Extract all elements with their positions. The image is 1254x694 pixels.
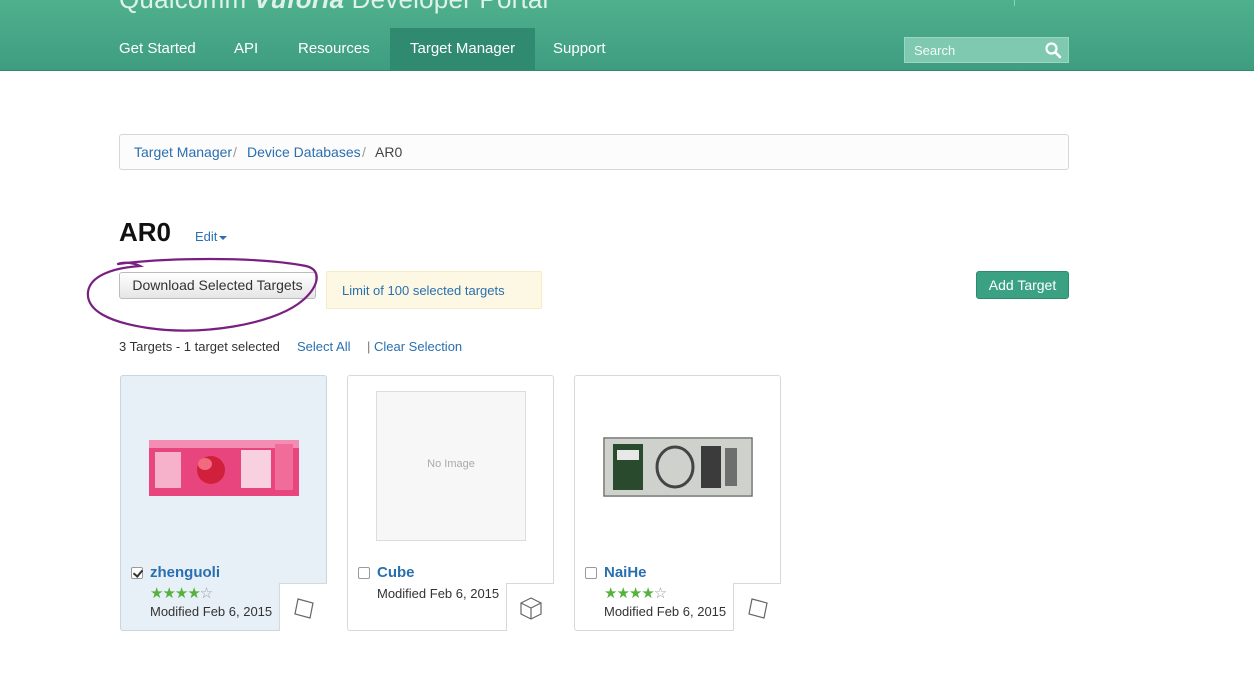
- target-type-badge: [506, 583, 554, 631]
- target-checkbox[interactable]: [131, 567, 143, 579]
- target-thumbnail[interactable]: [603, 392, 753, 542]
- rating-stars: ★★★★☆: [604, 585, 667, 602]
- search-input[interactable]: Search: [904, 37, 1069, 63]
- breadcrumb-current: AR0: [375, 144, 403, 160]
- nav-resources[interactable]: Resources: [298, 28, 370, 70]
- nav-api[interactable]: API: [234, 28, 258, 70]
- target-count: 3 Targets - 1 target selected: [119, 339, 280, 354]
- breadcrumb-device-databases[interactable]: Device Databases: [247, 144, 361, 160]
- target-card-zhenguoli[interactable]: zhenguoli ★★★★☆ Modified Feb 6, 2015: [120, 375, 327, 631]
- header-divider: [1014, 0, 1015, 6]
- image-target-icon: [294, 598, 314, 619]
- no-image-placeholder[interactable]: No Image: [376, 391, 526, 541]
- brand-company: Qualcomm: [119, 0, 246, 14]
- limit-notice-text: Limit of 100 selected targets: [342, 283, 505, 298]
- target-name-link[interactable]: NaiHe: [604, 564, 647, 581]
- modified-date: Modified Feb 6, 2015: [377, 586, 500, 601]
- clear-selection-link[interactable]: Clear Selection: [374, 339, 462, 354]
- target-thumbnail[interactable]: [149, 392, 299, 542]
- top-header: Qualcomm Vuforia Developer Portal Get St…: [0, 0, 1254, 71]
- limit-notice: Limit of 100 selected targets: [326, 271, 542, 309]
- modified-date: Modified Feb 6, 2015: [604, 604, 727, 619]
- target-card-naihe[interactable]: NaiHe ★★★★☆ Modified Feb 6, 2015: [574, 375, 781, 631]
- target-type-badge: [279, 583, 327, 631]
- brand-portal: Developer Portal: [352, 0, 549, 14]
- nav-get-started[interactable]: Get Started: [119, 28, 196, 70]
- nav-target-manager[interactable]: Target Manager: [390, 28, 536, 70]
- summary-divider: |: [367, 339, 371, 354]
- target-checkbox[interactable]: [585, 567, 597, 579]
- edit-dropdown[interactable]: Edit: [195, 229, 228, 244]
- modified-date: Modified Feb 6, 2015: [150, 604, 273, 619]
- breadcrumb: Target Manager / Device Databases / AR0: [119, 134, 1069, 170]
- target-type-badge: [733, 583, 781, 631]
- brand-logo[interactable]: Qualcomm Vuforia Developer Portal: [119, 0, 549, 15]
- target-checkbox[interactable]: [358, 567, 370, 579]
- image-target-icon: [748, 598, 768, 619]
- edit-label: Edit: [195, 229, 218, 244]
- search-icon[interactable]: [1044, 41, 1062, 59]
- breadcrumb-separator: /: [233, 144, 237, 160]
- select-all-link[interactable]: Select All: [297, 339, 350, 354]
- target-card-cube[interactable]: No Image Cube Modified Feb 6, 2015: [347, 375, 554, 631]
- add-target-button[interactable]: Add Target: [976, 271, 1069, 299]
- rating-stars: ★★★★☆: [150, 585, 213, 602]
- target-name-link[interactable]: zhenguoli: [150, 564, 220, 581]
- nav-support[interactable]: Support: [553, 28, 606, 70]
- caret-down-icon: [219, 235, 228, 240]
- brand-product: Vuforia: [254, 0, 345, 14]
- download-selected-button[interactable]: Download Selected Targets: [119, 272, 316, 299]
- breadcrumb-separator: /: [362, 144, 366, 160]
- search-placeholder: Search: [914, 43, 956, 58]
- cube-target-icon: [520, 597, 542, 620]
- target-name-link[interactable]: Cube: [377, 564, 415, 581]
- page-title: AR0: [119, 217, 172, 247]
- breadcrumb-target-manager[interactable]: Target Manager: [134, 144, 232, 160]
- no-image-label: No Image: [427, 458, 475, 470]
